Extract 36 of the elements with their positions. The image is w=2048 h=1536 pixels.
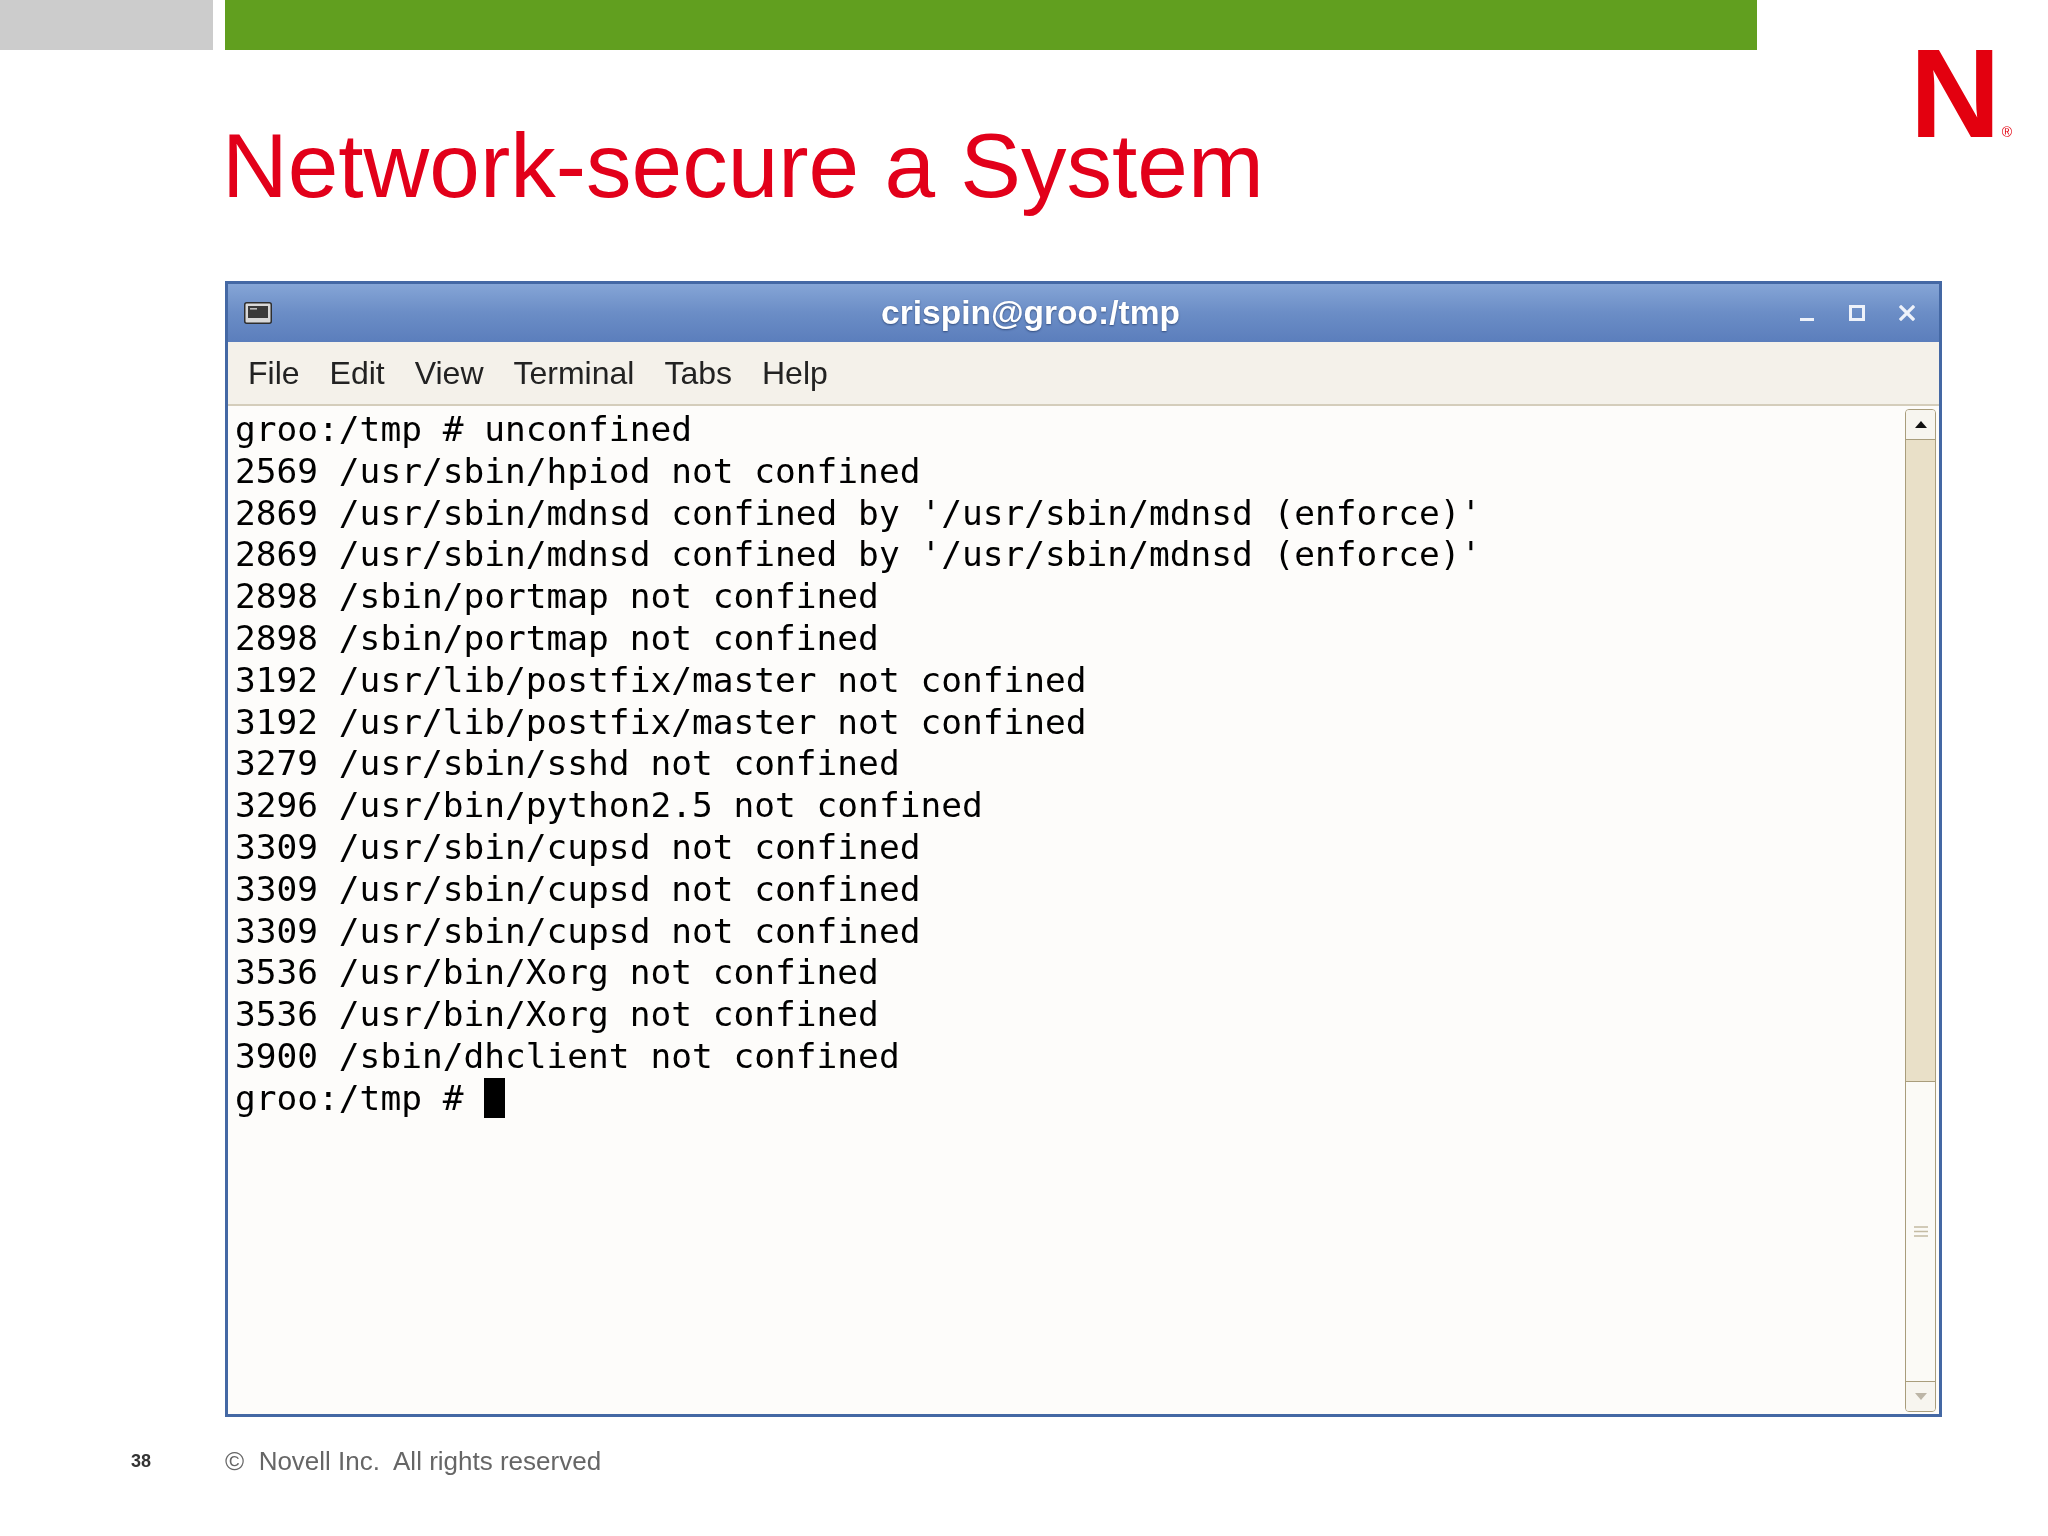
menu-item[interactable]: File [233,349,315,397]
page-number: 38 [131,1450,152,1472]
terminal-line: 3192 /usr/lib/postfix/master not confined [235,701,1087,744]
terminal-line: 3536 /usr/bin/Xorg not confined [235,994,879,1036]
slide-title: Network-secure a System [222,114,1265,218]
grip-icon [1913,1226,1928,1237]
terminal-prompt: groo:/tmp # [235,1077,464,1120]
terminal-line: 3900 /sbin/dhclient not confined [235,1035,900,1078]
menu-item[interactable]: View [399,349,499,397]
scrollbar-thumb[interactable] [1906,1081,1935,1381]
up-arrow-icon [1914,421,1927,428]
terminal-line: 3309 /usr/sbin/cupsd not confined [235,868,921,911]
scroll-up-button[interactable] [1906,410,1935,440]
terminal-line: 3296 /usr/bin/python2.5 not confined [235,785,983,827]
terminal-line: 2898 /sbin/portmap not confined [235,576,879,618]
terminal-icon[interactable] [244,302,272,324]
window-title: crispin@groo:/tmp [881,293,1180,333]
menu-item[interactable]: Tabs [649,349,747,397]
maximize-icon [1849,305,1865,321]
terminal-line: 2569 /usr/sbin/hpiod not confined [235,450,921,493]
terminal-line: 3192 /usr/lib/postfix/master not confined [235,659,1087,702]
menu-item[interactable]: Help [747,349,843,397]
menu-item[interactable]: Edit [314,349,400,397]
terminal-line: 3279 /usr/sbin/sshd not confined [235,743,900,786]
close-icon [1899,305,1915,321]
terminal-line: 3309 /usr/sbin/cupsd not confined [235,826,921,869]
terminal-line: 3309 /usr/sbin/cupsd not confined [235,910,921,953]
terminal-line: groo:/tmp # unconfined [235,409,692,451]
terminal-line: 3536 /usr/bin/Xorg not confined [235,952,879,995]
copyright-text: © Novell Inc. All rights reserved [225,1445,602,1477]
terminal-line: 2869 /usr/sbin/mdnsd confined by '/usr/sbin/mdnsd (enforce)' [235,492,1482,535]
menu-item[interactable]: Terminal [498,349,650,397]
terminal-line: 2869 /usr/sbin/mdnsd confined by '/usr/sbin/mdnsd (enforce)' [235,534,1482,577]
terminal-line: 2898 /sbin/portmap not confined [235,618,879,660]
down-arrow-icon [1914,1393,1927,1400]
minimize-icon [1800,317,1814,321]
